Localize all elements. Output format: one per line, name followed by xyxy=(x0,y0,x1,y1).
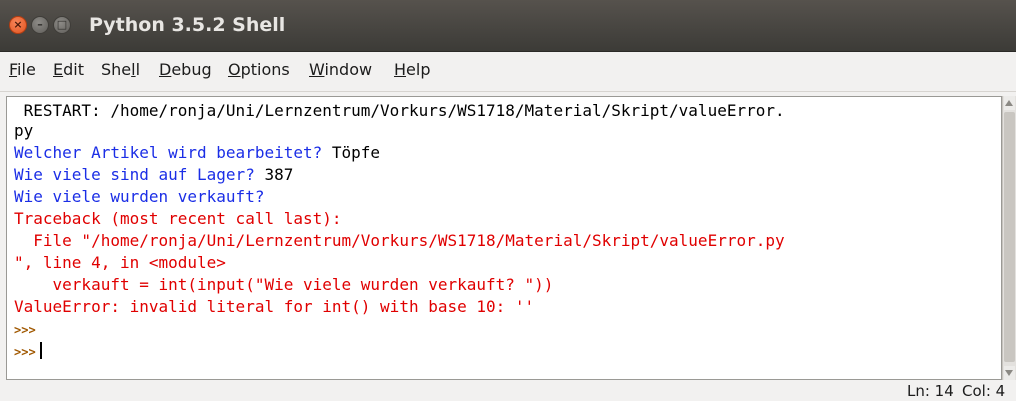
maximize-window-button[interactable]: □ xyxy=(53,16,71,34)
minimize-window-button[interactable]: – xyxy=(31,16,49,34)
menu-shell[interactable]: Shell xyxy=(101,60,140,79)
window-title: Python 3.5.2 Shell xyxy=(89,14,286,36)
title-bar[interactable]: × – □ Python 3.5.2 Shell xyxy=(0,0,1016,52)
menu-edit[interactable]: Edit xyxy=(53,60,84,79)
line-number-status: Ln: 14 xyxy=(907,382,954,400)
menu-bar: File Edit Shell Debug Options Window Hel… xyxy=(0,52,1016,92)
status-bar: Ln: 14 Col: 4 xyxy=(0,380,1016,401)
idle-shell-window: × – □ Python 3.5.2 Shell File Edit Shell… xyxy=(0,0,1016,401)
restart-line: RESTART: /home/ronja/Uni/Lernzentrum/Vor… xyxy=(14,101,785,120)
traceback-file-continuation: ", line 4, in <module> xyxy=(14,253,226,272)
close-icon: × xyxy=(13,18,23,31)
traceback-file-line: File "/home/ronja/Uni/Lernzentrum/Vorkur… xyxy=(14,231,785,250)
scroll-up-arrow-icon[interactable] xyxy=(1004,96,1015,110)
menu-window[interactable]: Window xyxy=(309,60,372,79)
input-prompt-text: Wie viele sind auf Lager? xyxy=(14,165,265,184)
output-line-2: Wie viele sind auf Lager? 387 xyxy=(14,165,293,185)
output-line-3: Wie viele wurden verkauft? xyxy=(14,187,265,206)
traceback-header: Traceback (most recent call last): xyxy=(14,209,342,228)
column-number-status: Col: 4 xyxy=(962,382,1006,400)
close-window-button[interactable]: × xyxy=(9,16,27,34)
output-line-1: Welcher Artikel wird bearbeitet? Töpfe xyxy=(14,143,380,163)
minimize-icon: – xyxy=(37,18,43,31)
input-prompt-text: Welcher Artikel wird bearbeitet? xyxy=(14,143,332,162)
maximize-icon: □ xyxy=(56,18,68,31)
user-input-text: 387 xyxy=(264,165,294,184)
menu-debug[interactable]: Debug xyxy=(159,60,212,79)
menu-options[interactable]: Options xyxy=(228,60,290,79)
scrollbar-thumb[interactable] xyxy=(1004,112,1015,362)
scroll-down-arrow-icon[interactable] xyxy=(1004,366,1015,380)
user-input-text: Töpfe xyxy=(331,143,381,162)
shell-prompt-line: >>> xyxy=(14,319,36,339)
error-message: ValueError: invalid literal for int() wi… xyxy=(14,297,535,316)
vertical-scrollbar[interactable] xyxy=(1002,96,1016,380)
shell-text-area[interactable]: RESTART: /home/ronja/Uni/Lernzentrum/Vor… xyxy=(6,96,1002,380)
menu-help[interactable]: Help xyxy=(394,60,430,79)
shell-prompt-line-active: >>> xyxy=(14,341,42,361)
menu-file[interactable]: File xyxy=(9,60,36,79)
text-cursor xyxy=(39,342,42,359)
shell-prompt: >>> xyxy=(14,323,36,337)
traceback-code-line: verkauft = int(input("Wie viele wurden v… xyxy=(14,275,554,294)
shell-prompt: >>> xyxy=(14,345,36,359)
restart-line-continuation: py xyxy=(14,121,34,140)
